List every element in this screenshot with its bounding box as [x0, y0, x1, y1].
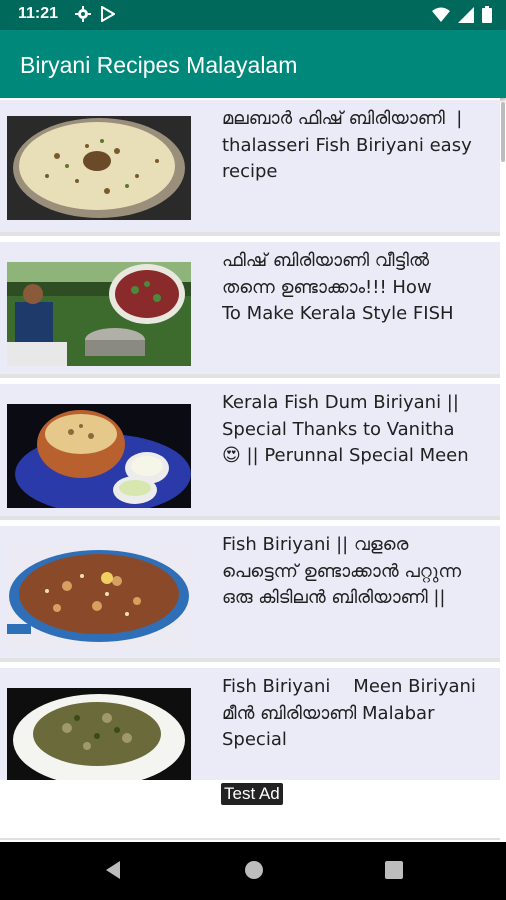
status-bar: 11:21	[0, 0, 506, 30]
video-card[interactable]: Kerala Fish Dum Biriyani || Special Than…	[0, 384, 500, 520]
status-time: 11:21	[18, 5, 59, 22]
video-title: മലബാർ ഫിഷ് ബിരിയാണി | thalasseri Fish Bi…	[222, 108, 472, 182]
list-scrollbar[interactable]	[501, 102, 505, 162]
home-icon[interactable]	[243, 859, 265, 885]
test-ad-label: Test Ad	[221, 783, 283, 805]
play-store-icon	[101, 5, 116, 26]
clay-pot-biriyani-thumbnail	[7, 404, 191, 508]
signal-icon	[458, 6, 474, 27]
video-card[interactable]: Fish Biriyani Meen Biriyani മീൻ ബിരിയാണി…	[0, 668, 500, 780]
battery-icon	[482, 6, 492, 27]
outdoor-cooking-thumbnail	[7, 262, 191, 366]
app-bar: Biryani Recipes Malayalam	[0, 30, 506, 98]
video-card[interactable]: ഫിഷ് ബിരിയാണി വീട്ടിൽ തന്നെ ഉണ്ടാക്കാം!!…	[0, 242, 500, 378]
back-icon[interactable]	[102, 859, 124, 885]
wifi-icon	[432, 7, 450, 27]
gear-icon	[75, 6, 91, 26]
video-title: Fish Biriyani Meen Biriyani മീൻ ബിരിയാണി…	[222, 676, 476, 750]
video-card[interactable]: മലബാർ ഫിഷ് ബിരിയാണി | thalasseri Fish Bi…	[0, 100, 500, 236]
ad-banner[interactable]: Test Ad	[0, 780, 500, 840]
app-title: Biryani Recipes Malayalam	[20, 52, 298, 78]
pan-fish-biriyani-thumbnail	[7, 546, 191, 650]
fish-biriyani-bowl-thumbnail	[7, 116, 191, 220]
video-card[interactable]: Fish Biriyani || വളരെ പെട്ടെന്ന് ഉണ്ടാക്…	[0, 526, 500, 662]
video-title: Fish Biriyani || വളരെ പെട്ടെന്ന് ഉണ്ടാക്…	[222, 534, 462, 608]
navigation-bar	[0, 842, 506, 900]
video-title: ഫിഷ് ബിരിയാണി വീട്ടിൽ തന്നെ ഉണ്ടാക്കാം!!…	[222, 250, 454, 324]
plate-meen-biriyani-thumbnail	[7, 688, 191, 780]
video-list[interactable]: മലബാർ ഫിഷ് ബിരിയാണി | thalasseri Fish Bi…	[0, 98, 500, 780]
recents-icon[interactable]	[383, 859, 405, 885]
video-title: Kerala Fish Dum Biriyani || Special Than…	[222, 392, 469, 466]
